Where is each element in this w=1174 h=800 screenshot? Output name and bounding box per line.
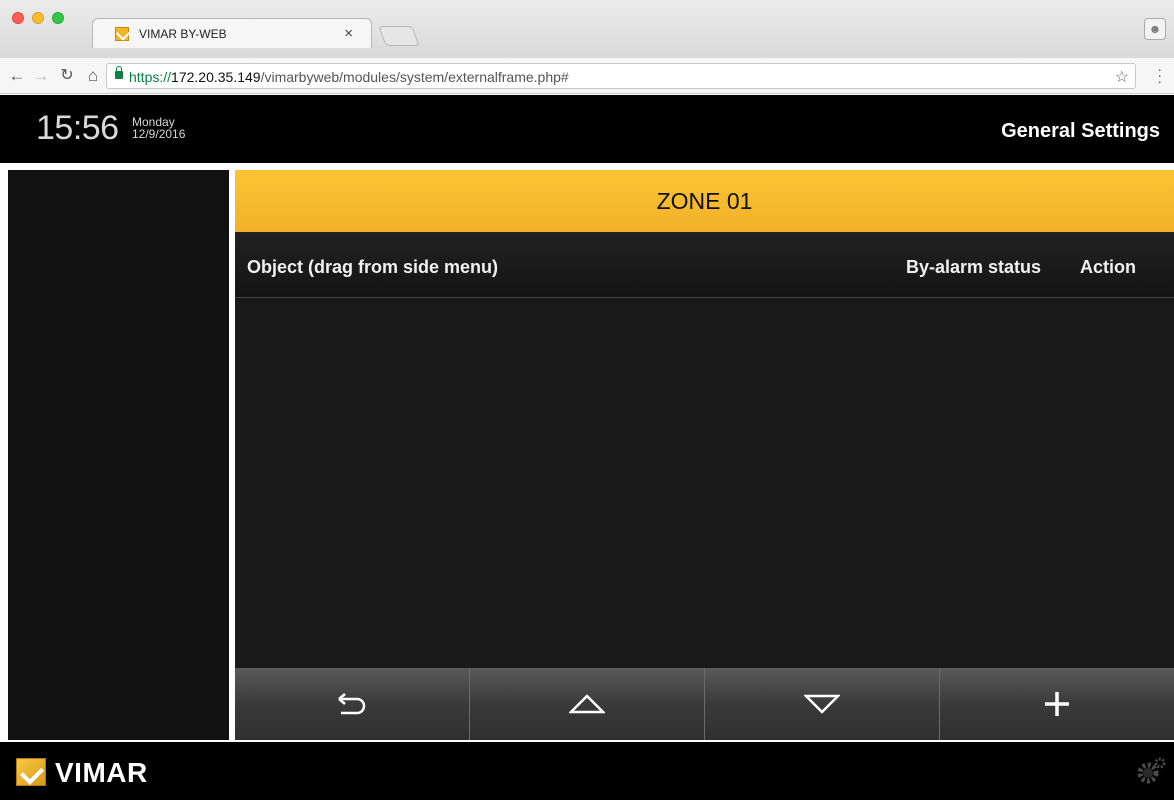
- zone-header: ZONE 01: [235, 170, 1174, 232]
- forward-arrow-icon[interactable]: →: [30, 65, 52, 87]
- column-header: Object (drag from side menu) By-alarm st…: [235, 232, 1174, 298]
- vimar-logo-icon: [16, 758, 46, 786]
- plus-icon: [1045, 692, 1069, 716]
- brand-name: VIMAR: [55, 757, 148, 788]
- column-by-alarm-status: By-alarm status: [906, 257, 1042, 277]
- back-button[interactable]: [235, 668, 470, 740]
- column-object: Object (drag from side menu): [247, 257, 499, 277]
- column-action: Action: [1080, 257, 1136, 277]
- url-path: /vimarbyweb/modules/system/externalframe…: [260, 69, 569, 85]
- lock-icon: [115, 66, 123, 79]
- add-button[interactable]: [940, 668, 1174, 740]
- zone-panel: ZONE 01 Object (drag from side menu) By-…: [235, 170, 1174, 740]
- minimize-window-button[interactable]: [32, 12, 44, 24]
- object-list[interactable]: [235, 299, 1174, 668]
- home-icon[interactable]: ⌂: [82, 65, 104, 87]
- url-text: https://172.20.35.149/vimarbyweb/modules…: [129, 69, 569, 85]
- tab-close-icon[interactable]: ×: [344, 25, 353, 42]
- browser-tabstrip: VIMAR BY-WEB × ☻: [0, 0, 1174, 58]
- vimar-favicon-icon: [115, 27, 129, 41]
- top-bar: 15:56 Monday 12/9/2016 General Settings: [0, 95, 1174, 163]
- footer: VIMAR: [0, 742, 1174, 800]
- reload-icon[interactable]: ↻: [56, 65, 78, 87]
- close-window-button[interactable]: [12, 12, 24, 24]
- profile-icon[interactable]: ☻: [1144, 18, 1166, 40]
- date: 12/9/2016: [132, 127, 186, 141]
- page: 15:56 Monday 12/9/2016 General Settings …: [0, 95, 1174, 800]
- back-arrow-icon[interactable]: ←: [6, 65, 28, 87]
- browser-menu-icon[interactable]: · · ·: [1157, 62, 1162, 88]
- url-scheme: https://: [129, 69, 172, 85]
- zone-title: ZONE 01: [656, 188, 753, 214]
- triangle-up-icon: [569, 694, 605, 714]
- browser-tab[interactable]: VIMAR BY-WEB ×: [92, 18, 372, 48]
- tab-title: VIMAR BY-WEB: [139, 27, 227, 41]
- address-bar[interactable]: https://172.20.35.149/vimarbyweb/modules…: [106, 63, 1136, 89]
- page-title: General Settings: [1001, 120, 1160, 142]
- return-arrow-icon: [338, 693, 366, 715]
- zoom-window-button[interactable]: [52, 12, 64, 24]
- new-tab-button[interactable]: [378, 26, 420, 46]
- url-host: 172.20.35.149: [171, 69, 261, 85]
- clock-time: 15:56: [36, 109, 119, 147]
- bookmark-star-icon[interactable]: ☆: [1115, 67, 1129, 87]
- move-up-button[interactable]: [470, 668, 705, 740]
- triangle-down-icon: [804, 694, 840, 714]
- side-menu[interactable]: [8, 170, 229, 740]
- browser-toolbar: ← → ↻ ⌂ https://172.20.35.149/vimarbyweb…: [0, 58, 1174, 94]
- clock-date: Monday 12/9/2016: [132, 116, 185, 140]
- bottom-toolbar: [235, 668, 1174, 740]
- gear-icon[interactable]: [1134, 756, 1168, 786]
- move-down-button[interactable]: [705, 668, 940, 740]
